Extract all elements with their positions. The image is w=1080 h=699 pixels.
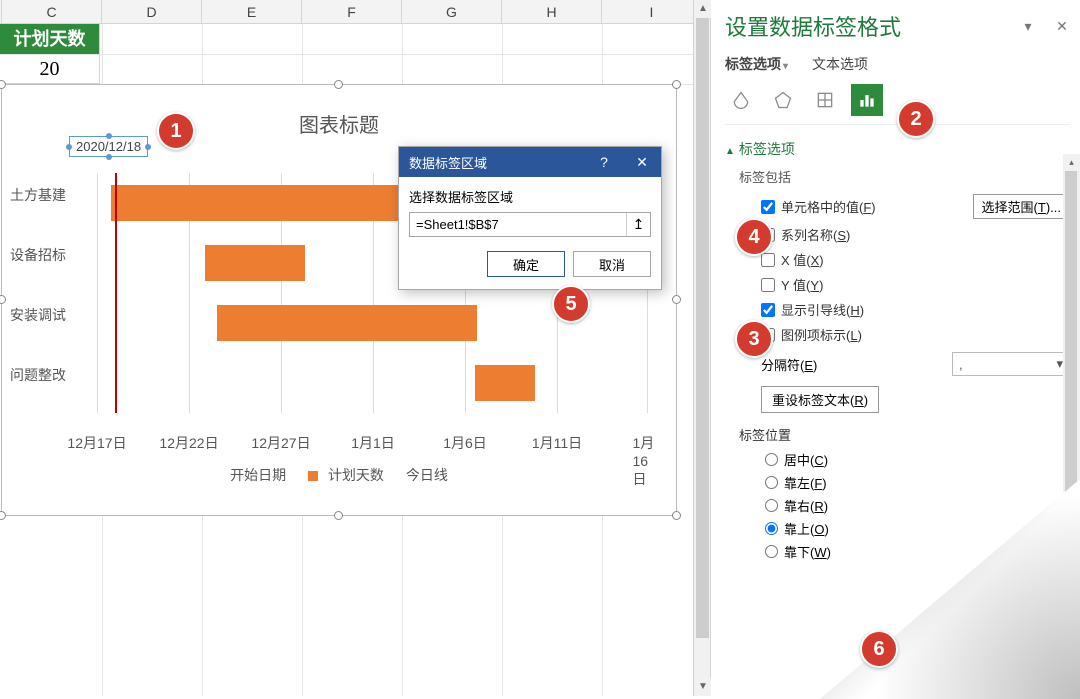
column-headers: C D E F G H I: [0, 0, 705, 24]
select-range-button[interactable]: 选择范围(T)...: [973, 194, 1070, 219]
data-label-range-dialog: 数据标签区域 ? ✕ 选择数据标签区域 ↥ 确定 取消: [398, 146, 662, 290]
chart-legend[interactable]: 开始日期 计划天数 今日线: [2, 465, 676, 485]
chk-y-value-label: Y 值(Y): [781, 275, 823, 294]
scroll-down-icon[interactable]: ▼: [694, 678, 712, 696]
callout-1: 1: [157, 112, 195, 150]
scroll-up-icon[interactable]: ▴: [1063, 154, 1080, 171]
chk-x-value-label: X 值(X): [781, 250, 824, 269]
pane-title: 设置数据标签格式: [725, 10, 901, 42]
cell-header-plan-days[interactable]: 计划天数: [0, 24, 100, 54]
series-bar[interactable]: [205, 245, 305, 281]
y-category-4: 问题整改: [10, 365, 90, 385]
col-f[interactable]: F: [302, 0, 402, 23]
dialog-help-button[interactable]: ?: [585, 147, 623, 177]
callout-4: 4: [735, 218, 773, 256]
radio-left[interactable]: [765, 476, 778, 489]
tab-label-options[interactable]: 标签选项▾: [725, 54, 788, 74]
dialog-field-label: 选择数据标签区域: [409, 187, 651, 206]
scroll-up-icon[interactable]: ▲: [694, 0, 712, 18]
pane-scrollbar[interactable]: ▴ ▾: [1063, 154, 1080, 694]
resize-handle[interactable]: [334, 511, 343, 520]
scroll-thumb[interactable]: [696, 18, 709, 638]
selected-data-label[interactable]: 2020/12/18: [69, 136, 148, 157]
y-category-2: 设备招标: [10, 245, 90, 265]
legend-item: 计划天数: [328, 467, 384, 483]
legend-swatch: [308, 471, 318, 481]
y-category-1: 土方基建: [10, 185, 90, 205]
section-label-options[interactable]: ▲标签选项: [725, 139, 1070, 159]
separator-label: 分隔符(E): [761, 355, 817, 374]
radio-below[interactable]: [765, 545, 778, 558]
radio-right[interactable]: [765, 499, 778, 512]
chk-leader-lines[interactable]: [761, 303, 775, 317]
chart-title[interactable]: 图表标题: [299, 109, 379, 138]
dialog-titlebar[interactable]: 数据标签区域 ? ✕: [399, 147, 661, 177]
sheet-vertical-scrollbar[interactable]: ▲ ▼: [693, 0, 711, 696]
range-picker-icon[interactable]: ↥: [626, 213, 650, 236]
tab-text-options[interactable]: 文本选项: [812, 54, 868, 74]
radio-above-label: 靠上(O): [784, 519, 829, 538]
x-tick: 1月6日: [443, 433, 487, 453]
fill-line-icon[interactable]: [725, 84, 757, 116]
resize-handle[interactable]: [672, 80, 681, 89]
chk-series-name-label: 系列名称(S): [781, 225, 850, 244]
x-tick: 1月11日: [532, 433, 582, 453]
callout-5: 5: [552, 285, 590, 323]
scroll-down-icon[interactable]: ▾: [1063, 677, 1080, 694]
callout-2: 2: [897, 100, 935, 138]
chk-y-value[interactable]: [761, 278, 775, 292]
ok-button[interactable]: 确定: [487, 251, 565, 277]
radio-above[interactable]: [765, 522, 778, 535]
col-h[interactable]: H: [502, 0, 602, 23]
col-c[interactable]: C: [2, 0, 102, 23]
callout-6: 6: [860, 630, 898, 668]
today-line[interactable]: [115, 173, 117, 413]
size-properties-icon[interactable]: [809, 84, 841, 116]
pane-close-icon[interactable]: ✕: [1054, 18, 1070, 35]
x-tick: 1月1日: [351, 433, 395, 453]
radio-right-label: 靠右(R): [784, 496, 828, 515]
cancel-button[interactable]: 取消: [573, 251, 651, 277]
x-tick: 12月17日: [67, 433, 126, 453]
label-position-header: 标签位置: [739, 425, 1070, 444]
col-i[interactable]: I: [602, 0, 702, 23]
series-bar[interactable]: [217, 305, 477, 341]
label-options-icon[interactable]: [851, 84, 883, 116]
radio-below-label: 靠下(W): [784, 542, 831, 561]
x-tick: 12月22日: [159, 433, 218, 453]
legend-item: 今日线: [406, 467, 448, 483]
chk-value-from-cells-label: 单元格中的值(F): [781, 197, 876, 216]
resize-handle[interactable]: [0, 295, 6, 304]
resize-handle[interactable]: [0, 80, 6, 89]
radio-center-label: 居中(C): [784, 450, 828, 469]
scroll-thumb[interactable]: [1065, 171, 1077, 551]
radio-center[interactable]: [765, 453, 778, 466]
series-bar[interactable]: [475, 365, 535, 401]
chk-legend-key-label: 图例项标示(L): [781, 325, 862, 344]
dialog-title: 数据标签区域: [409, 153, 487, 172]
chk-leader-lines-label: 显示引导线(H): [781, 300, 864, 319]
cell-plan-days-value[interactable]: 20: [0, 54, 100, 84]
effects-icon[interactable]: [767, 84, 799, 116]
worksheet[interactable]: C D E F G H I 计划天数 20 图表标题 土方基建 设备招标 安装调…: [0, 0, 705, 696]
chk-x-value[interactable]: [761, 253, 775, 267]
col-e[interactable]: E: [202, 0, 302, 23]
callout-3: 3: [735, 320, 773, 358]
y-category-3: 安装调试: [10, 305, 90, 325]
col-g[interactable]: G: [402, 0, 502, 23]
dialog-close-button[interactable]: ✕: [623, 147, 661, 177]
range-input[interactable]: [410, 213, 626, 236]
separator-select[interactable]: ,▾: [952, 352, 1070, 376]
col-d[interactable]: D: [102, 0, 202, 23]
legend-item: 开始日期: [230, 467, 286, 483]
resize-handle[interactable]: [334, 80, 343, 89]
radio-left-label: 靠左(F): [784, 473, 827, 492]
pane-menu-icon[interactable]: ▾: [1020, 18, 1036, 35]
resize-handle[interactable]: [672, 511, 681, 520]
reset-label-text-button[interactable]: 重设标签文本(R): [761, 386, 879, 413]
x-tick: 12月27日: [251, 433, 310, 453]
resize-handle[interactable]: [672, 295, 681, 304]
subhead-label-contains: 标签包括: [739, 167, 1070, 186]
chk-value-from-cells[interactable]: [761, 200, 775, 214]
